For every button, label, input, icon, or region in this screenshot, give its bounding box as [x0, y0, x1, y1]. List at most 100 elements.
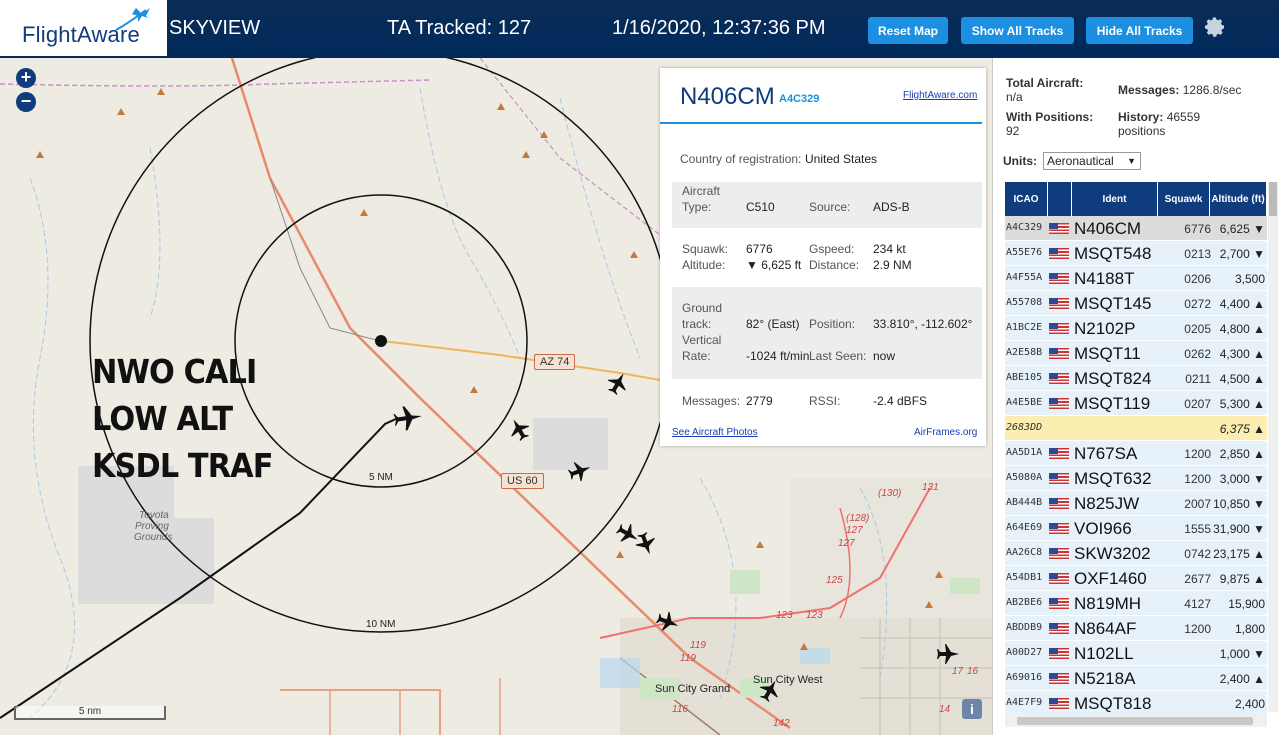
column-flag[interactable]: [1048, 182, 1072, 216]
row-squawk: 0742: [1184, 547, 1211, 561]
messages-stat: Messages: 1286.8/sec: [1118, 83, 1241, 97]
hide-all-tracks-button[interactable]: Hide All Tracks: [1086, 17, 1193, 44]
us-flag-icon: [1049, 373, 1069, 384]
zoom-in-button[interactable]: +: [16, 68, 36, 88]
row-icao: A55708: [1006, 297, 1043, 308]
route-number: 123: [776, 610, 793, 621]
units-selected-value: Aeronautical: [1047, 154, 1114, 168]
route-number: 127: [838, 538, 855, 549]
row-squawk: 2007: [1184, 497, 1211, 511]
row-altitude: 4,500 ▲: [1219, 372, 1265, 386]
table-row[interactable]: AB2BE6 N819MH 4127 15,900: [1005, 591, 1267, 616]
annotation-overlay: NWO CALI LOW ALT KSDL TRAF: [92, 348, 273, 489]
table-row[interactable]: 2683DD 6,375 ▲: [1005, 416, 1267, 441]
table-row[interactable]: A00D27 N102LL 1,000 ▼: [1005, 641, 1267, 666]
units-select[interactable]: Aeronautical ▼: [1043, 152, 1141, 170]
aircraft-list-panel: Total Aircraft: n/a Messages: 1286.8/sec…: [992, 58, 1279, 735]
table-row[interactable]: AA5D1A N767SA 1200 2,850 ▲: [1005, 441, 1267, 466]
squawk-label: Squawk:: [682, 242, 729, 256]
table-row[interactable]: A69016 N5218A 2,400 ▲: [1005, 666, 1267, 691]
row-icao: A4C329: [1006, 222, 1043, 233]
total-aircraft-label: Total Aircraft:: [1006, 76, 1084, 90]
row-icao: A55E76: [1006, 247, 1043, 258]
row-altitude: 2,400 ▲: [1219, 672, 1265, 686]
table-row[interactable]: AA26C8 SKW3202 0742 23,175 ▲: [1005, 541, 1267, 566]
flightaware-link[interactable]: FlightAware.com: [903, 90, 977, 101]
row-altitude: 15,900: [1228, 597, 1265, 611]
altitude-label: Altitude:: [682, 258, 726, 272]
table-row[interactable]: A5080A MSQT632 1200 3,000 ▼: [1005, 466, 1267, 491]
table-header: ICAO Ident Squawk Altitude (ft): [1005, 182, 1267, 216]
altitude-value: ▼ 6,625 ft: [746, 258, 802, 272]
horizontal-scrollbar[interactable]: [1005, 715, 1267, 727]
messages-rate-value: 1286.8/sec: [1182, 83, 1242, 97]
flightaware-logo[interactable]: FlightAware: [0, 0, 167, 58]
table-row[interactable]: A4E5BE MSQT119 0207 5,300 ▲: [1005, 391, 1267, 416]
table-row[interactable]: ABDDB9 N864AF 1200 1,800: [1005, 616, 1267, 641]
row-ident: OXF1460: [1074, 569, 1147, 588]
column-ident[interactable]: Ident: [1072, 182, 1158, 216]
table-row[interactable]: A2E58B MSQT11 0262 4,300 ▲: [1005, 341, 1267, 366]
route-number: 131: [922, 482, 939, 493]
rssi-value: -2.4 dBFS: [873, 394, 928, 408]
country-value: United States: [805, 152, 878, 166]
airframes-link[interactable]: AirFrames.org: [914, 427, 977, 438]
dropdown-arrow-icon: ▼: [1127, 156, 1136, 166]
clock-datetime: 1/16/2020, 12:37:36 PM: [612, 17, 826, 39]
show-all-tracks-button[interactable]: Show All Tracks: [961, 17, 1074, 44]
country-row: Country of registration: United States: [672, 152, 982, 168]
table-row[interactable]: A54DB1 OXF1460 2677 9,875 ▲: [1005, 566, 1267, 591]
us-flag-icon: [1049, 448, 1069, 459]
history-stat: History: 46559 positions: [1118, 110, 1200, 138]
aircraft-photos-link[interactable]: See Aircraft Photos: [672, 427, 758, 438]
reset-map-button[interactable]: Reset Map: [868, 17, 948, 44]
scroll-thumb[interactable]: [1017, 717, 1253, 725]
annotation-line: KSDL TRAF: [92, 446, 273, 485]
country-label: Country of registration:: [680, 152, 802, 166]
positions-stat: With Positions: 92: [1006, 110, 1093, 138]
row-icao: A54DB1: [1006, 572, 1043, 583]
row-ident: N102LL: [1074, 644, 1134, 663]
table-row[interactable]: A4E7F9 MSQT818 2,400: [1005, 691, 1267, 716]
row-icao: A4E5BE: [1006, 397, 1043, 408]
row-ident: SKW3202: [1074, 544, 1151, 563]
row-icao: A2E58B: [1006, 347, 1043, 358]
route-number: 127: [846, 525, 863, 536]
row-ident: N819MH: [1074, 594, 1142, 613]
table-row[interactable]: A55E76 MSQT548 0213 2,700 ▼: [1005, 241, 1267, 266]
map-info-button[interactable]: i: [962, 699, 982, 719]
table-row[interactable]: ABE105 MSQT824 0211 4,500 ▲: [1005, 366, 1267, 391]
plane-logo-icon: [115, 8, 150, 31]
table-row[interactable]: A4C329 N406CM 6776 6,625 ▼: [1005, 216, 1267, 241]
column-altitude[interactable]: Altitude (ft): [1210, 182, 1267, 216]
gear-icon[interactable]: [1203, 15, 1227, 39]
rssi-label: RSSI:: [809, 394, 841, 408]
row-squawk: 1555: [1184, 522, 1211, 536]
table-row[interactable]: A55708 MSQT145 0272 4,400 ▲: [1005, 291, 1267, 316]
row-squawk: 0272: [1184, 297, 1211, 311]
popup-hex-code: A4C329: [779, 93, 820, 105]
table-row[interactable]: AB444B N825JW 2007 10,850 ▼: [1005, 491, 1267, 516]
route-number: 125: [826, 575, 843, 586]
distance-value: 2.9 NM: [873, 258, 912, 272]
scroll-thumb[interactable]: [1269, 182, 1277, 216]
us-flag-icon: [1049, 273, 1069, 284]
vertical-scrollbar[interactable]: [1268, 182, 1278, 712]
table-row[interactable]: A64E69 VOI966 1555 31,900 ▼: [1005, 516, 1267, 541]
column-squawk[interactable]: Squawk: [1158, 182, 1210, 216]
scale-label: 5 nm: [78, 706, 102, 717]
aircraft-type-value: C510: [746, 200, 775, 214]
row-altitude: 2,400: [1234, 697, 1265, 711]
zoom-out-button[interactable]: −: [16, 92, 36, 112]
us-flag-icon: [1049, 323, 1069, 334]
table-row[interactable]: A1BC2E N2102P 0205 4,800 ▲: [1005, 316, 1267, 341]
us-flag-icon: [1049, 698, 1069, 709]
column-icao[interactable]: ICAO: [1005, 182, 1048, 216]
track-label: track:: [682, 317, 712, 331]
row-ident: MSQT11: [1074, 344, 1141, 363]
row-squawk: 0211: [1185, 372, 1211, 386]
row-ident: N864AF: [1074, 619, 1137, 638]
table-row[interactable]: A4F55A N4188T 0206 3,500: [1005, 266, 1267, 291]
map-scale-bar: 5 nm: [14, 706, 166, 720]
row-icao: A1BC2E: [1006, 322, 1043, 333]
